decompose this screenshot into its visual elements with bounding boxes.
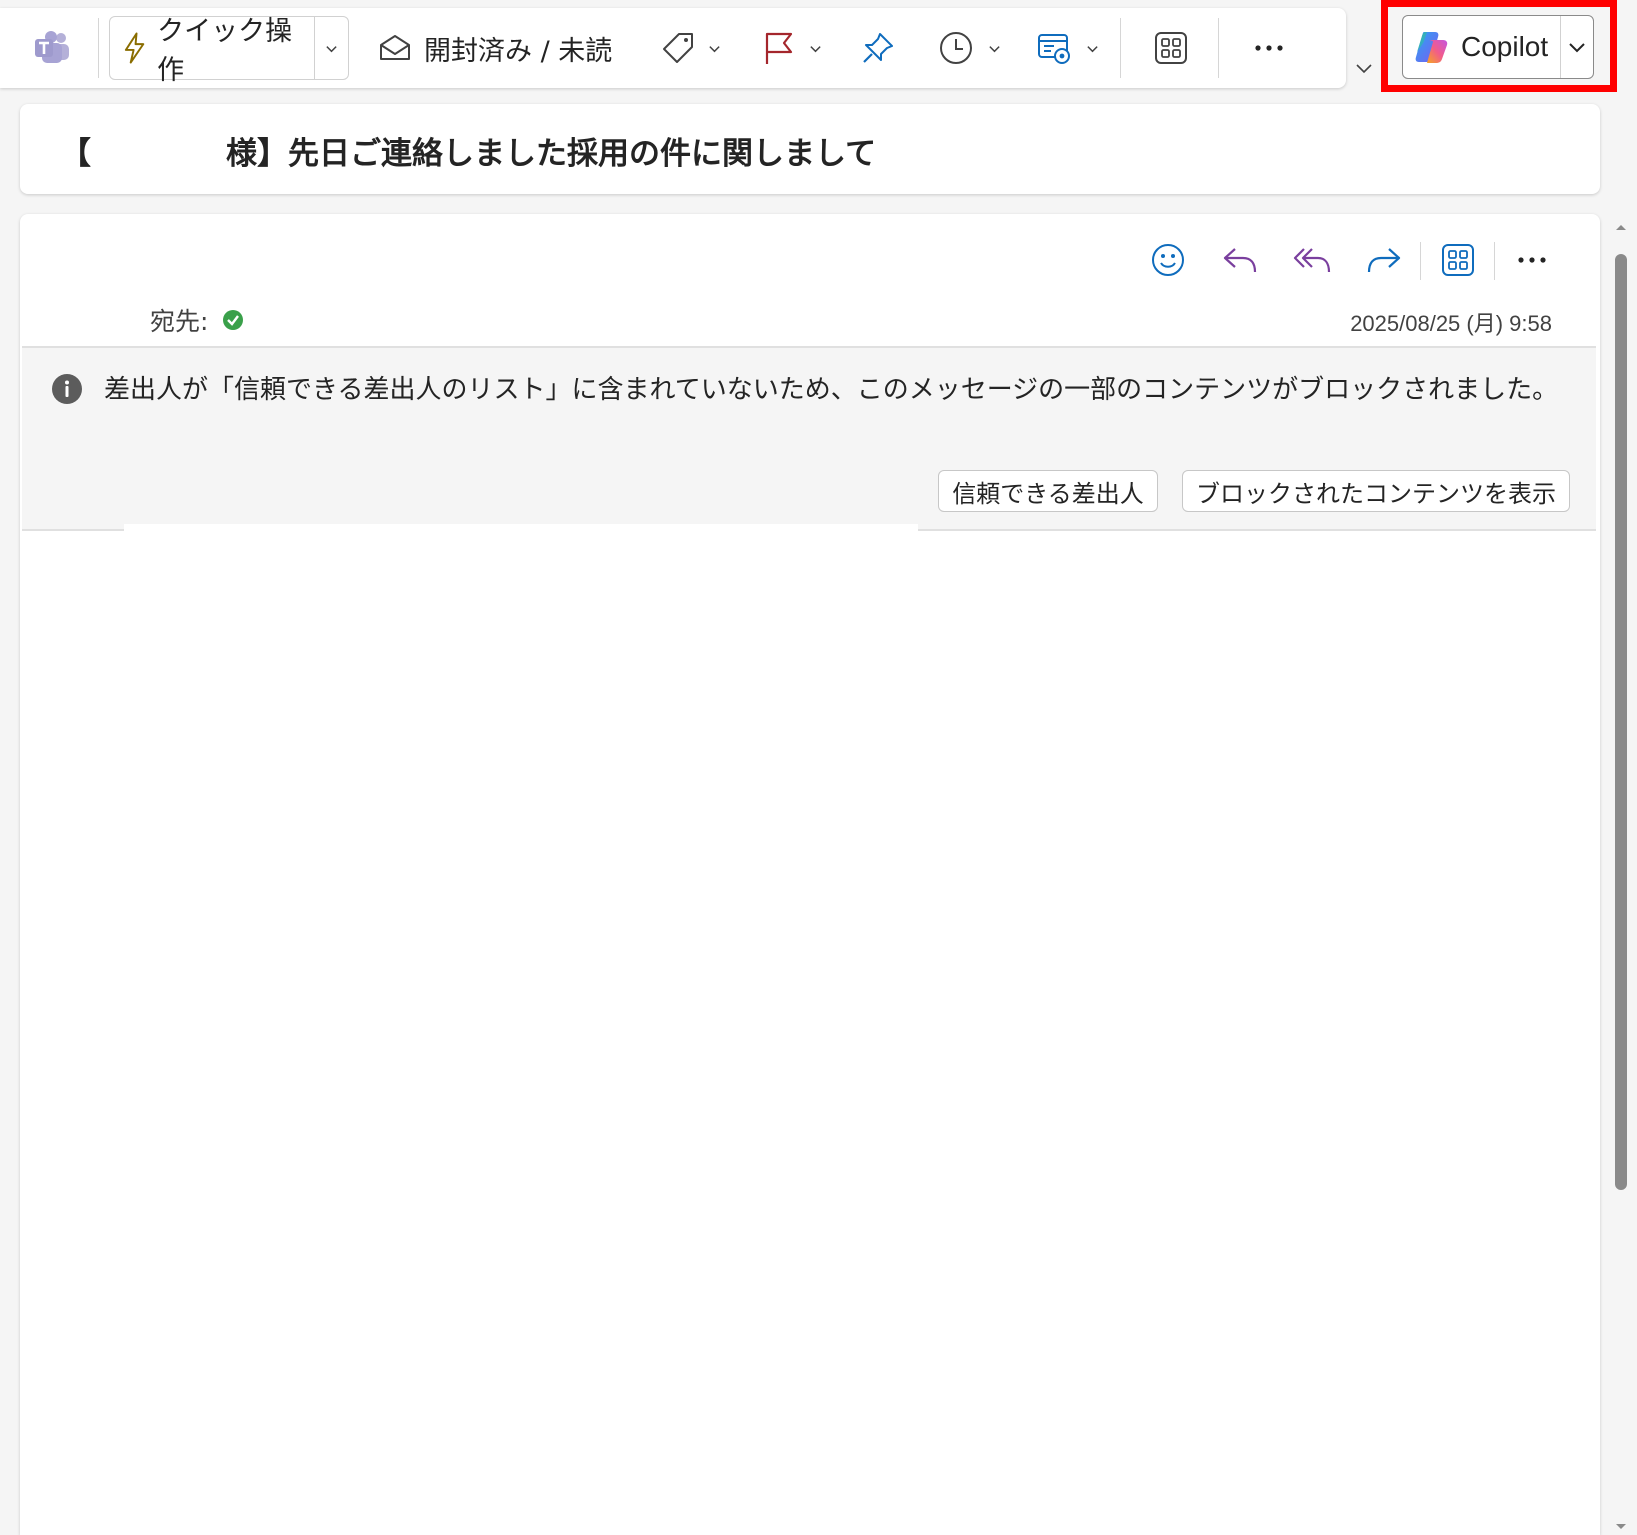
reply-button[interactable] <box>1218 238 1262 282</box>
info-icon <box>52 374 82 404</box>
subject-prefix: 【 <box>60 136 91 172</box>
chevron-down-icon <box>989 45 1000 52</box>
to-field: 宛先: <box>150 302 244 338</box>
ribbon-divider <box>98 18 99 78</box>
more-icon <box>1255 45 1283 51</box>
infobar-message: 差出人が「信頼できる差出人のリスト」に含まれていないため、このメッセージの一部の… <box>104 375 1559 405</box>
chevron-down-icon <box>1356 64 1372 74</box>
tag-icon <box>663 33 693 63</box>
chevron-down-icon <box>1087 45 1098 52</box>
ribbon-divider <box>1218 18 1219 78</box>
scroll-up-arrow-icon[interactable] <box>1614 222 1628 232</box>
clock-icon <box>940 32 972 64</box>
more-options-button[interactable] <box>1248 24 1290 72</box>
flag-button[interactable] <box>763 24 822 72</box>
teams-icon <box>35 31 69 63</box>
categorize-button[interactable] <box>660 24 721 72</box>
read-unread-label: 開封済み / 未読 <box>424 35 613 67</box>
verified-icon <box>223 310 244 330</box>
envelope-open-icon <box>380 35 410 60</box>
scroll-down-arrow-icon[interactable] <box>1614 1522 1628 1532</box>
email-subject: 【 様】先日ご連絡しました採用の件に関しまして <box>60 128 876 173</box>
snooze-button[interactable] <box>938 24 1001 72</box>
subject-card: 【 様】先日ご連絡しました採用の件に関しまして <box>20 104 1600 194</box>
reply-all-button[interactable] <box>1290 238 1334 282</box>
forward-button[interactable] <box>1362 238 1406 282</box>
ribbon-expand-button[interactable] <box>1352 56 1376 80</box>
apps-button[interactable] <box>1150 24 1192 72</box>
copilot-dropdown[interactable] <box>1561 16 1593 78</box>
copilot-split-button: Copilot <box>1402 15 1594 79</box>
ribbon-divider <box>1120 18 1121 78</box>
quick-actions-label: クイック操作 <box>157 16 293 86</box>
chevron-down-icon <box>1569 43 1585 53</box>
apps-icon <box>1155 32 1187 64</box>
chevron-down-icon <box>709 45 720 52</box>
to-label: 宛先: <box>150 307 209 336</box>
message-date: 2025/08/25 (月) 9:58 <box>1350 311 1552 336</box>
quick-actions-dropdown[interactable] <box>315 17 348 79</box>
show-blocked-content-button[interactable]: ブロックされたコンテンツを表示 <box>1182 470 1570 512</box>
apps-button[interactable] <box>1436 238 1480 282</box>
pin-button[interactable] <box>858 24 898 72</box>
chevron-down-icon <box>326 45 337 52</box>
lightning-icon <box>124 32 145 64</box>
reply-icon <box>1223 248 1257 273</box>
chevron-down-icon <box>810 45 821 52</box>
pin-icon <box>863 33 893 63</box>
actions-divider <box>1494 242 1495 280</box>
read-unread-button[interactable]: 開封済み / 未読 <box>378 24 612 72</box>
copilot-label: Copilot <box>1461 31 1549 62</box>
flag-icon <box>765 32 793 64</box>
message-more-button[interactable] <box>1510 238 1554 282</box>
rules-icon <box>1038 34 1070 64</box>
more-icon <box>1518 257 1546 263</box>
subject-text: 様】先日ご連絡しました採用の件に関しまして <box>226 136 877 172</box>
forward-icon <box>1367 248 1401 273</box>
actions-divider <box>1420 242 1421 280</box>
quick-actions-split-button: クイック操作 <box>109 16 349 86</box>
rules-button[interactable] <box>1036 24 1099 72</box>
trust-sender-button[interactable]: 信頼できる差出人 <box>938 470 1158 512</box>
toolbar-ribbon: クイック操作 開封済み / 未読 <box>0 8 1346 88</box>
quick-actions-button[interactable]: クイック操作 <box>110 16 315 86</box>
apps-icon <box>1442 244 1474 276</box>
reaction-button[interactable] <box>1146 238 1190 282</box>
emoji-icon <box>1152 244 1184 276</box>
teams-button[interactable] <box>28 26 76 70</box>
message-body-strip <box>124 524 918 532</box>
reply-all-icon <box>1293 248 1331 273</box>
scrollbar-thumb[interactable] <box>1615 254 1627 1190</box>
copilot-button[interactable]: Copilot <box>1403 16 1561 78</box>
copilot-icon <box>1415 32 1448 63</box>
